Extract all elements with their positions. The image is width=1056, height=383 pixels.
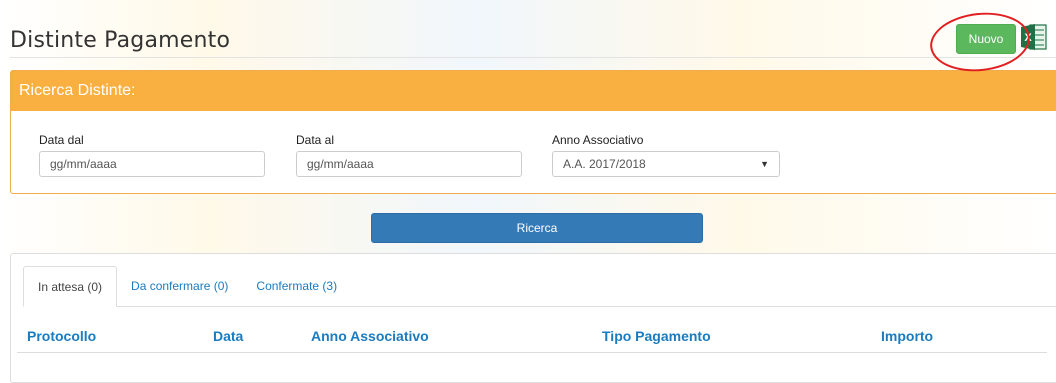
tab-in-attesa[interactable]: In attesa (0)	[23, 266, 118, 307]
column-header-importo[interactable]: Importo	[881, 328, 933, 344]
column-header-protocollo[interactable]: Protocollo	[27, 328, 96, 344]
tab-da-confermare[interactable]: Da confermare (0)	[117, 266, 242, 306]
year-label: Anno Associativo	[552, 133, 644, 147]
search-panel: Ricerca Distinte: Data dal gg/mm/aaaa Da…	[10, 70, 1056, 194]
date-to-input[interactable]: gg/mm/aaaa	[296, 151, 522, 177]
tab-bar: In attesa (0) Da confermare (0) Conferma…	[23, 266, 1056, 307]
column-header-tipo-pagamento[interactable]: Tipo Pagamento	[602, 328, 711, 344]
table-header: Protocollo Data Anno Associativo Tipo Pa…	[17, 322, 1047, 353]
date-from-field: Data dal gg/mm/aaaa	[39, 133, 265, 177]
column-header-data[interactable]: Data	[213, 328, 243, 344]
results-panel: In attesa (0) Da confermare (0) Conferma…	[10, 253, 1056, 383]
title-divider	[10, 57, 1056, 58]
year-field: Anno Associativo A.A. 2017/2018 ▼	[552, 133, 780, 177]
page-title: Distinte Pagamento	[10, 28, 231, 53]
date-from-input[interactable]: gg/mm/aaaa	[39, 151, 265, 177]
date-to-label: Data al	[296, 133, 335, 147]
tab-confermate[interactable]: Confermate (3)	[242, 266, 351, 306]
date-to-field: Data al gg/mm/aaaa	[296, 133, 522, 177]
chevron-down-icon: ▼	[760, 159, 769, 169]
year-selected-value: A.A. 2017/2018	[563, 157, 646, 171]
search-button[interactable]: Ricerca	[371, 213, 703, 243]
date-from-label: Data dal	[39, 133, 84, 147]
year-select[interactable]: A.A. 2017/2018 ▼	[552, 151, 780, 177]
column-header-anno-associativo[interactable]: Anno Associativo	[311, 328, 429, 344]
search-panel-title: Ricerca Distinte:	[11, 71, 1056, 111]
